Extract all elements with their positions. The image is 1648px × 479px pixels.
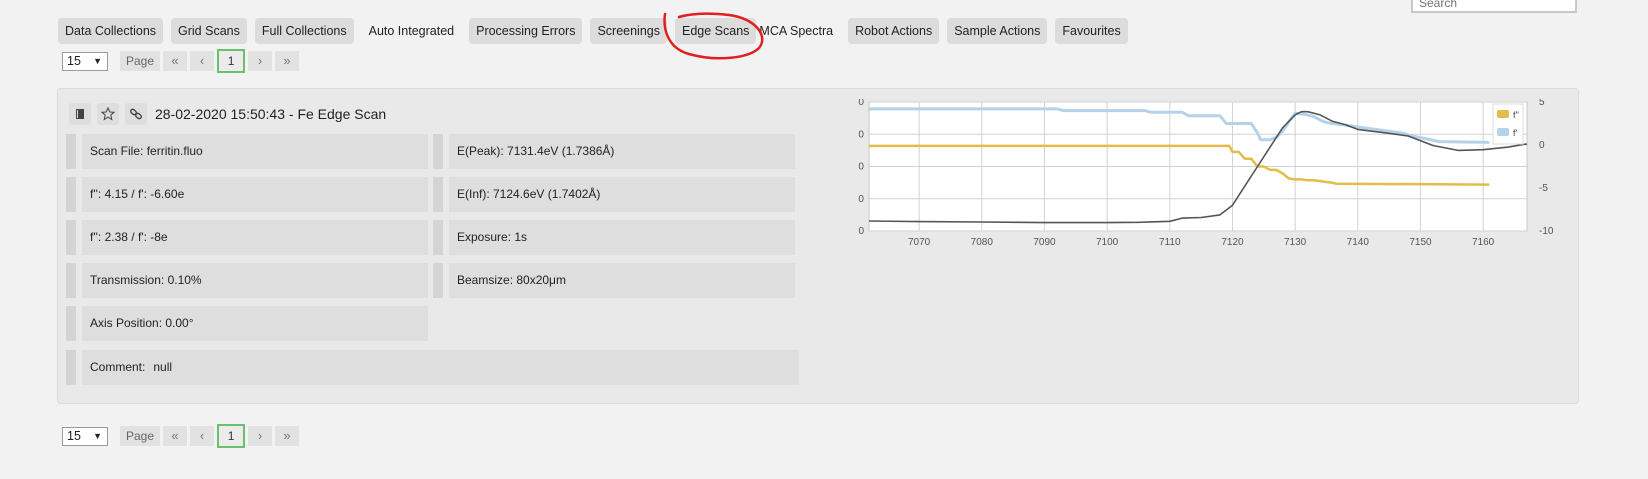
comment: Comment: null xyxy=(82,350,799,385)
caret-down-icon: ▼ xyxy=(93,56,102,66)
x-tick-label: 7120 xyxy=(1221,237,1244,248)
x-tick-label: 7090 xyxy=(1033,237,1056,248)
y-right-tick-label: -5 xyxy=(1539,183,1548,194)
tab-screenings[interactable]: Screenings xyxy=(590,18,667,44)
tab-bar: Data Collections Grid Scans Full Collect… xyxy=(58,12,1136,60)
detail-row: Comment: null xyxy=(66,350,799,385)
link-icon[interactable] xyxy=(125,103,147,125)
legend-swatch-f1 xyxy=(1497,128,1509,136)
e-inf: E(Inf): 7124.6eV (1.7402Å) xyxy=(449,177,795,212)
y-left-tick-label: 40000 xyxy=(858,99,864,108)
beamsize: Beamsize: 80x20μm xyxy=(449,263,795,298)
panel-header: 28-02-2020 15:50:43 - Fe Edge Scan xyxy=(69,103,386,125)
row-marker xyxy=(433,220,443,255)
detail-row: Scan File: ferritin.fluo E(Peak): 7131.4… xyxy=(66,134,795,169)
legend-swatch-f2 xyxy=(1497,110,1509,118)
next-page-button[interactable]: › xyxy=(248,51,273,71)
tab-full-collections[interactable]: Full Collections xyxy=(254,18,354,44)
scan-file: Scan File: ferritin.fluo xyxy=(82,134,428,169)
detail-row: Axis Position: 0.00° xyxy=(66,306,428,341)
y-right-tick-label: 0 xyxy=(1539,140,1545,151)
x-tick-label: 7160 xyxy=(1472,237,1495,248)
x-tick-label: 7070 xyxy=(908,237,931,248)
first-page-button[interactable]: « xyxy=(163,426,188,446)
tab-edge-scans-label: Edge Scans xyxy=(682,24,750,38)
chart-svg: 7070 7080 7090 7100 7110 7120 7130 7140 7150 7160… xyxy=(836,97,1554,248)
row-marker xyxy=(66,134,76,169)
last-page-button[interactable]: » xyxy=(275,426,300,446)
tab-grid-scans[interactable]: Grid Scans xyxy=(171,18,247,44)
legend-label-f2: f'' xyxy=(1513,110,1519,120)
per-page-value: 15 xyxy=(67,54,81,68)
pagination-top: 15 ▼ Page « ‹ 1 › » xyxy=(62,49,302,73)
page-label: Page xyxy=(120,426,161,446)
tab-data-collections[interactable]: Data Collections xyxy=(58,18,164,44)
y-right-tick-label: -10 xyxy=(1539,226,1554,237)
last-page-button[interactable]: » xyxy=(275,51,300,71)
tab-auto-integrated[interactable]: Auto Integrated xyxy=(362,18,461,44)
axis-position: Axis Position: 0.00° xyxy=(82,306,428,341)
prev-page-button[interactable]: ‹ xyxy=(190,51,215,71)
f-values-inf: f'': 2.38 / f': -8e xyxy=(82,220,428,255)
row-marker xyxy=(433,177,443,212)
tab-sample-actions[interactable]: Sample Actions xyxy=(947,18,1048,44)
page-label: Page xyxy=(120,51,161,71)
tab-edge-scans[interactable]: Edge Scans xyxy=(663,12,764,60)
detail-row: f'': 4.15 / f': -6.60e E(Inf): 7124.6eV … xyxy=(66,177,795,212)
edge-scan-panel: 28-02-2020 15:50:43 - Fe Edge Scan Scan … xyxy=(57,88,1579,404)
book-icon[interactable] xyxy=(69,103,91,125)
row-marker xyxy=(66,177,76,212)
y-left-tick-label: 30000 xyxy=(858,129,864,140)
next-page-button[interactable]: › xyxy=(248,426,273,446)
x-tick-label: 7100 xyxy=(1096,237,1119,248)
y-right-tick-label: 5 xyxy=(1539,99,1545,108)
e-peak: E(Peak): 7131.4eV (1.7386Å) xyxy=(449,134,795,169)
row-marker xyxy=(66,220,76,255)
f-values-peak: f'': 4.15 / f': -6.60e xyxy=(82,177,428,212)
row-marker xyxy=(66,306,76,341)
x-tick-label: 7150 xyxy=(1409,237,1432,248)
exposure: Exposure: 1s xyxy=(449,220,795,255)
current-page-button[interactable]: 1 xyxy=(217,49,246,73)
comment-value: null xyxy=(153,360,173,374)
transmission: Transmission: 0.10% xyxy=(82,263,428,298)
per-page-select[interactable]: 15 ▼ xyxy=(62,426,108,446)
y-left-tick-label: 20000 xyxy=(858,162,864,173)
legend-label-f1: f' xyxy=(1513,128,1518,138)
prev-page-button[interactable]: ‹ xyxy=(190,426,215,446)
row-marker xyxy=(433,263,443,298)
tab-processing-errors[interactable]: Processing Errors xyxy=(469,18,583,44)
tab-mca-spectra[interactable]: MCA Spectra xyxy=(752,18,840,44)
row-marker xyxy=(66,350,76,385)
star-icon[interactable] xyxy=(97,103,119,125)
current-page-button[interactable]: 1 xyxy=(217,424,246,448)
comment-label: Comment: xyxy=(90,360,146,374)
first-page-button[interactable]: « xyxy=(163,51,188,71)
search-input[interactable] xyxy=(1411,0,1577,13)
caret-down-icon: ▼ xyxy=(93,431,102,441)
per-page-value: 15 xyxy=(67,429,81,443)
x-tick-label: 7080 xyxy=(971,237,994,248)
x-tick-label: 7110 xyxy=(1159,237,1181,248)
y-left-tick-label: 0 xyxy=(858,226,864,237)
per-page-select[interactable]: 15 ▼ xyxy=(62,51,108,71)
y-left-tick-label: 10000 xyxy=(858,194,864,205)
tab-favourites[interactable]: Favourites xyxy=(1055,18,1128,44)
x-tick-label: 7140 xyxy=(1347,237,1370,248)
detail-row: Transmission: 0.10% Beamsize: 80x20μm xyxy=(66,263,795,298)
row-marker xyxy=(433,134,443,169)
detail-row: f'': 2.38 / f': -8e Exposure: 1s xyxy=(66,220,795,255)
row-marker xyxy=(66,263,76,298)
pagination-bottom: 15 ▼ Page « ‹ 1 › » xyxy=(62,424,302,448)
scan-title: 28-02-2020 15:50:43 - Fe Edge Scan xyxy=(155,106,387,122)
edge-scan-chart: 7070 7080 7090 7100 7110 7120 7130 7140 7150 7160… xyxy=(836,97,1578,259)
x-tick-label: 7130 xyxy=(1284,237,1307,248)
tab-robot-actions[interactable]: Robot Actions xyxy=(848,18,940,44)
